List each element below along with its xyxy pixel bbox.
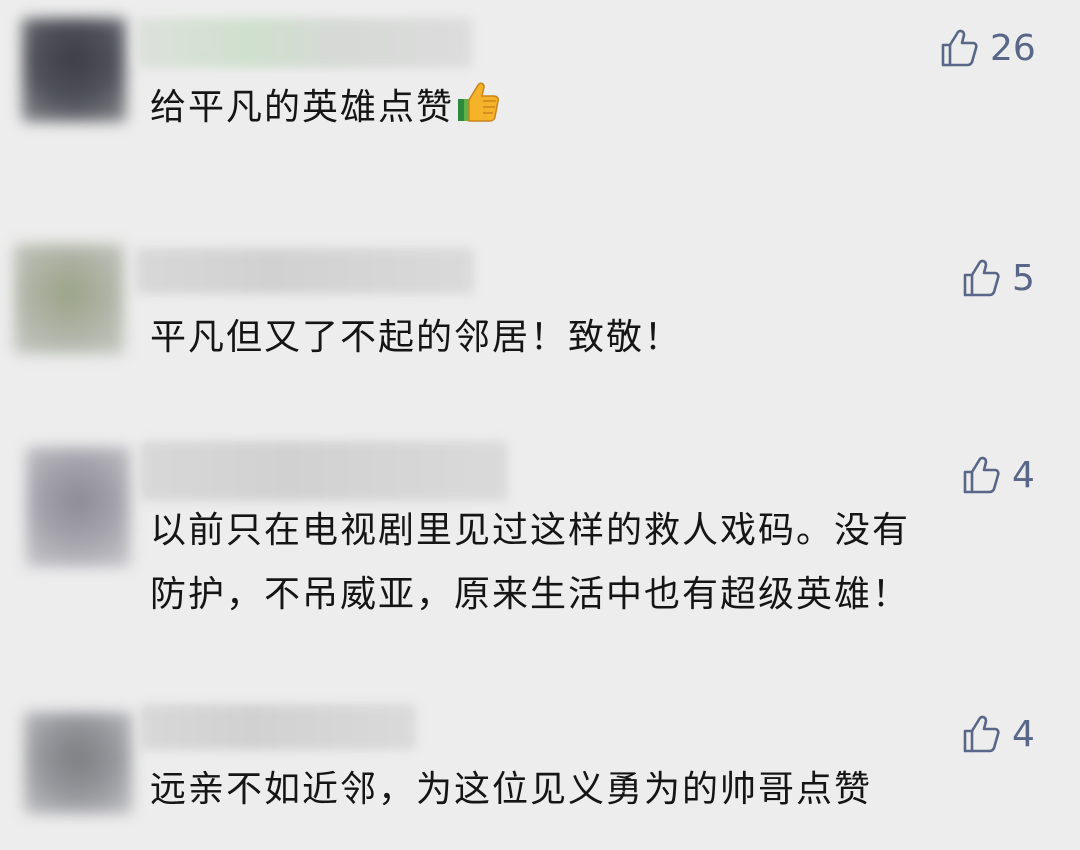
- username-blurred[interactable]: [136, 248, 474, 294]
- comment-text: 平凡但又了不起的邻居！致敬！: [150, 317, 683, 358]
- comment-text-line: 以前只在电视剧里见过这样的救人戏码。没有: [150, 510, 911, 551]
- comment-item: 4 以前只在电视剧里见过这样的救人戏码。没有 防护，不吊威亚，原来生活中也有超级…: [0, 435, 1080, 665]
- like-button[interactable]: 4: [962, 712, 1035, 756]
- avatar[interactable]: [22, 18, 126, 122]
- thumbs-up-outline-icon: [941, 29, 978, 67]
- like-count: 4: [1012, 713, 1035, 755]
- like-button[interactable]: 4: [962, 453, 1035, 497]
- username-blurred[interactable]: [136, 18, 472, 68]
- like-button[interactable]: 5: [962, 256, 1035, 300]
- comment-item: 5 平凡但又了不起的邻居！致敬！: [0, 230, 1080, 420]
- username-blurred[interactable]: [140, 441, 508, 501]
- like-button[interactable]: 26: [940, 26, 1036, 70]
- comment-text: 以前只在电视剧里见过这样的救人戏码。没有 防护，不吊威亚，原来生活中也有超级英雄…: [150, 499, 910, 627]
- thumbs-up-outline-icon: [963, 259, 1000, 297]
- avatar[interactable]: [24, 712, 132, 814]
- thumbs-up-outline-icon: [963, 715, 1000, 753]
- like-count: 26: [990, 27, 1036, 69]
- comment-text: 远亲不如近邻，为这位见义勇为的帅哥点赞: [150, 769, 873, 810]
- username-blurred[interactable]: [140, 704, 416, 750]
- like-count: 4: [1012, 454, 1035, 496]
- thumbs-up-outline-icon: [963, 456, 1000, 494]
- comment-item: 4 远亲不如近邻，为这位见义勇为的帅哥点赞: [0, 690, 1080, 850]
- comment-item: 26 给平凡的英雄点赞: [0, 0, 1080, 200]
- like-count: 5: [1012, 257, 1035, 299]
- thumbs-up-emoji-icon: [456, 79, 502, 146]
- comment-text: 给平凡的英雄点赞: [150, 76, 502, 146]
- comment-text-line: 防护，不吊威亚，原来生活中也有超级英雄！: [150, 574, 911, 615]
- avatar[interactable]: [14, 244, 124, 354]
- avatar[interactable]: [26, 447, 130, 567]
- comment-text-content: 给平凡的英雄点赞: [150, 87, 455, 128]
